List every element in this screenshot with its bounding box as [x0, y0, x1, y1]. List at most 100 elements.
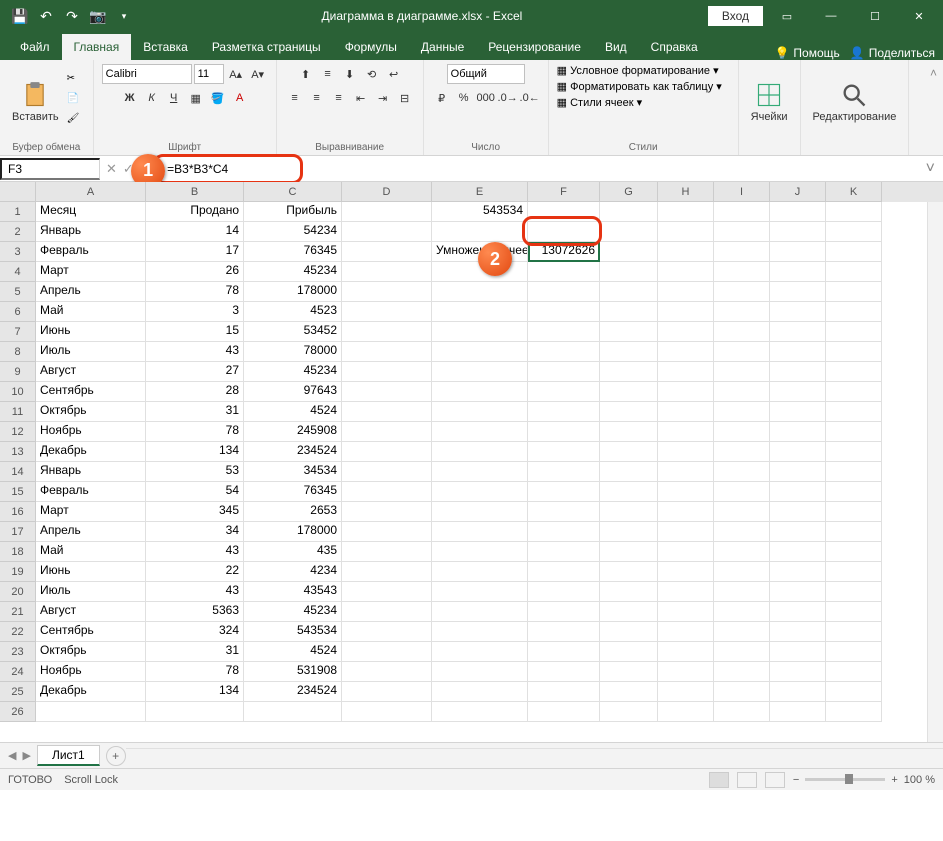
col-header-J[interactable]: J	[770, 182, 826, 202]
cell[interactable]	[528, 602, 600, 622]
cell[interactable]	[342, 662, 432, 682]
cell[interactable]	[600, 502, 658, 522]
cell[interactable]	[770, 442, 826, 462]
row-header[interactable]: 13	[0, 442, 36, 462]
cell[interactable]: 178000	[244, 522, 342, 542]
formula-input[interactable]	[161, 160, 918, 178]
cell[interactable]	[600, 262, 658, 282]
cell[interactable]: 31	[146, 642, 244, 662]
cell[interactable]: 134	[146, 682, 244, 702]
sheet-nav-prev-icon[interactable]: ◀	[8, 749, 16, 762]
row-header[interactable]: 18	[0, 542, 36, 562]
cell[interactable]: 4234	[244, 562, 342, 582]
cut-icon[interactable]: ✂	[67, 73, 85, 91]
cell[interactable]	[714, 422, 770, 442]
cell[interactable]	[528, 222, 600, 242]
camera-icon[interactable]: 📷	[86, 4, 110, 28]
share-button[interactable]: 👤Поделиться	[850, 46, 935, 60]
orientation-icon[interactable]: ⟲	[362, 64, 382, 84]
cell[interactable]	[432, 662, 528, 682]
cell[interactable]: Декабрь	[36, 442, 146, 462]
col-header-H[interactable]: H	[658, 182, 714, 202]
cell[interactable]	[658, 642, 714, 662]
font-color-icon[interactable]: A	[230, 88, 250, 108]
cell[interactable]	[432, 382, 528, 402]
cell[interactable]	[714, 482, 770, 502]
cell[interactable]	[342, 622, 432, 642]
cell[interactable]	[658, 582, 714, 602]
cell[interactable]: Июнь	[36, 562, 146, 582]
cell[interactable]: 14	[146, 222, 244, 242]
cell[interactable]	[600, 622, 658, 642]
cell[interactable]	[770, 542, 826, 562]
row-header[interactable]: 19	[0, 562, 36, 582]
cell[interactable]	[528, 522, 600, 542]
cell[interactable]	[342, 302, 432, 322]
cell[interactable]	[342, 542, 432, 562]
cell[interactable]	[600, 522, 658, 542]
cell[interactable]: Июнь	[36, 322, 146, 342]
cell[interactable]	[770, 622, 826, 642]
cell[interactable]	[770, 282, 826, 302]
cell[interactable]	[528, 702, 600, 722]
cell[interactable]: Январь	[36, 462, 146, 482]
tab-data[interactable]: Данные	[409, 34, 476, 60]
cell[interactable]	[658, 282, 714, 302]
cell[interactable]	[600, 242, 658, 262]
cell[interactable]: 45234	[244, 602, 342, 622]
cell[interactable]: Январь	[36, 222, 146, 242]
align-center-icon[interactable]: ≡	[307, 88, 327, 108]
cell[interactable]	[826, 402, 882, 422]
cell[interactable]	[826, 682, 882, 702]
cell[interactable]	[826, 462, 882, 482]
maximize-icon[interactable]: ☐	[855, 0, 895, 32]
cell[interactable]	[528, 302, 600, 322]
cell[interactable]	[600, 682, 658, 702]
cell[interactable]	[342, 582, 432, 602]
cell[interactable]	[658, 542, 714, 562]
cell[interactable]	[714, 362, 770, 382]
zoom-control[interactable]: − + 100 %	[793, 774, 935, 786]
cell[interactable]	[826, 322, 882, 342]
cell[interactable]	[432, 602, 528, 622]
cell[interactable]	[826, 342, 882, 362]
cell[interactable]	[342, 502, 432, 522]
tab-insert[interactable]: Вставка	[131, 34, 200, 60]
cell[interactable]: 234524	[244, 442, 342, 462]
cell[interactable]	[826, 422, 882, 442]
cell[interactable]: Ноябрь	[36, 662, 146, 682]
cell[interactable]: Июль	[36, 582, 146, 602]
view-page-break-icon[interactable]	[765, 772, 785, 788]
cell[interactable]	[770, 302, 826, 322]
cell[interactable]: Октябрь	[36, 402, 146, 422]
cell[interactable]	[826, 202, 882, 222]
undo-icon[interactable]: ↶	[34, 4, 58, 28]
row-header[interactable]: 20	[0, 582, 36, 602]
cell[interactable]	[528, 262, 600, 282]
col-header-K[interactable]: K	[826, 182, 882, 202]
cell[interactable]	[714, 222, 770, 242]
row-header[interactable]: 5	[0, 282, 36, 302]
cell[interactable]	[658, 502, 714, 522]
cell[interactable]: 27	[146, 362, 244, 382]
cell[interactable]	[658, 382, 714, 402]
cell[interactable]	[342, 462, 432, 482]
cell[interactable]	[826, 302, 882, 322]
row-header[interactable]: 14	[0, 462, 36, 482]
cell[interactable]: 4524	[244, 402, 342, 422]
cell[interactable]	[600, 642, 658, 662]
cell[interactable]	[432, 422, 528, 442]
paste-button[interactable]: Вставить	[8, 79, 63, 125]
cell[interactable]: 54234	[244, 222, 342, 242]
cell[interactable]	[714, 242, 770, 262]
cell[interactable]: 22	[146, 562, 244, 582]
cell[interactable]	[432, 442, 528, 462]
underline-button[interactable]: Ч	[164, 88, 184, 108]
row-header[interactable]: 15	[0, 482, 36, 502]
cell[interactable]: 543534	[432, 202, 528, 222]
cell[interactable]	[528, 502, 600, 522]
col-header-F[interactable]: F	[528, 182, 600, 202]
cell[interactable]	[342, 602, 432, 622]
cell[interactable]	[658, 562, 714, 582]
col-header-G[interactable]: G	[600, 182, 658, 202]
